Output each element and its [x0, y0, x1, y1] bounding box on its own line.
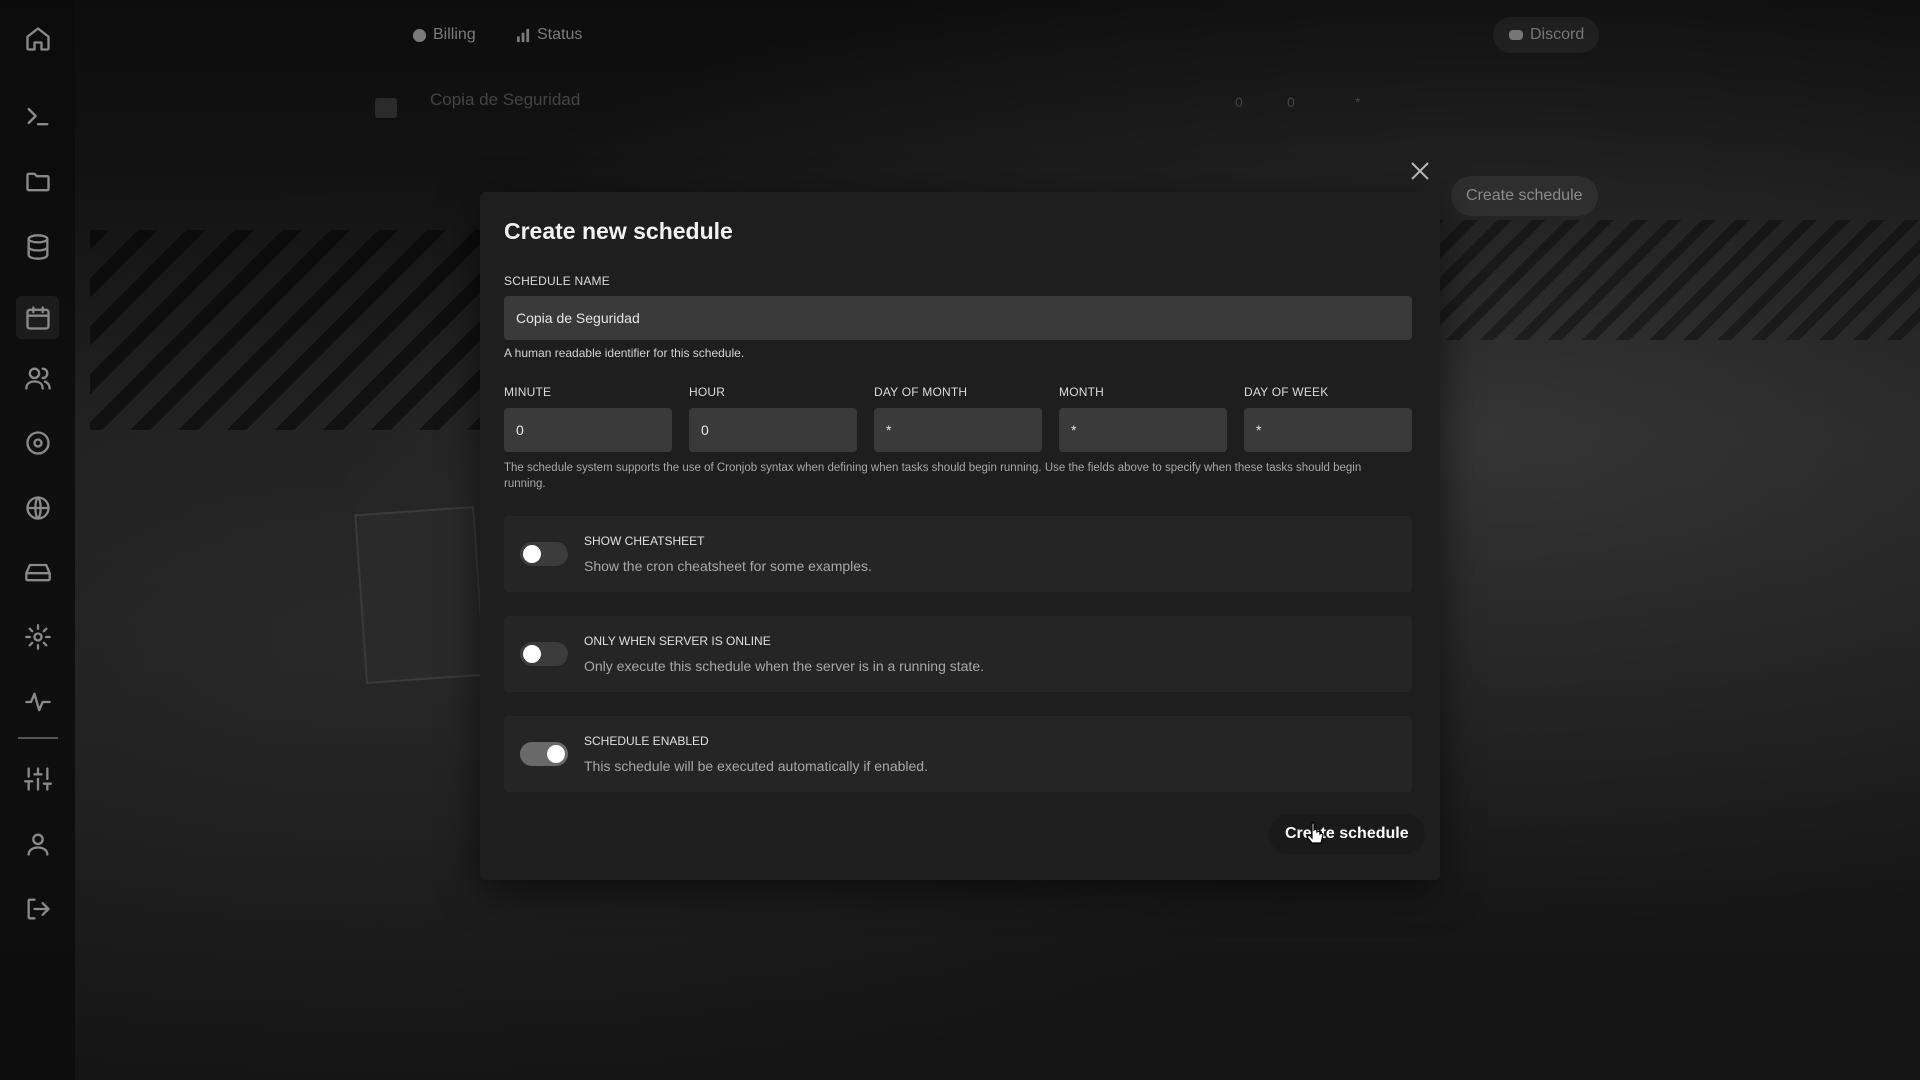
folder-icon[interactable] — [22, 166, 53, 197]
logout-icon[interactable] — [22, 893, 53, 924]
billing-icon — [412, 28, 427, 42]
online-only-desc: Only execute this schedule when the serv… — [584, 658, 984, 674]
discord-button[interactable]: Discord — [1493, 17, 1600, 53]
create-schedule-button[interactable]: Create schedule — [1269, 814, 1425, 854]
day-of-week-input[interactable] — [1244, 408, 1412, 452]
cheatsheet-desc: Show the cron cheatsheet for some exampl… — [584, 558, 872, 574]
settings-icon[interactable] — [22, 621, 53, 652]
online-only-title: ONLY WHEN SERVER IS ONLINE — [584, 634, 771, 648]
nav-status[interactable]: Status — [516, 20, 582, 50]
row-value: * — [1355, 94, 1361, 110]
close-icon[interactable] — [1409, 160, 1431, 182]
background-graphic — [354, 506, 486, 684]
nav-billing-label: Billing — [433, 26, 476, 43]
cheatsheet-title: SHOW CHEATSHEET — [584, 534, 705, 548]
row-value: 0 — [1235, 94, 1243, 110]
schedule-enabled-option: SCHEDULE ENABLED This schedule will be e… — [504, 716, 1412, 792]
user-icon[interactable] — [22, 828, 53, 859]
minute-input[interactable] — [504, 408, 672, 452]
discord-label: Discord — [1530, 26, 1585, 43]
sidebar — [0, 0, 75, 1080]
cheatsheet-toggle[interactable] — [520, 542, 568, 566]
database-icon[interactable] — [22, 231, 53, 262]
discord-icon — [1509, 30, 1523, 40]
activity-icon[interactable] — [22, 686, 53, 717]
online-only-toggle[interactable] — [520, 642, 568, 666]
hard-drive-icon[interactable] — [22, 556, 53, 587]
sliders-icon[interactable] — [22, 763, 53, 794]
schedule-enabled-desc: This schedule will be executed automatic… — [584, 758, 928, 774]
nav-status-label: Status — [537, 26, 583, 43]
create-schedule-modal: Create new schedule SCHEDULE NAME A huma… — [480, 192, 1440, 880]
toggle-knob — [523, 645, 541, 663]
online-only-option: ONLY WHEN SERVER IS ONLINE Only execute … — [504, 616, 1412, 692]
hour-input[interactable] — [689, 408, 857, 452]
schedule-enabled-toggle[interactable] — [520, 742, 568, 766]
minute-label: MINUTE — [504, 385, 552, 399]
status-icon — [516, 28, 530, 42]
sidebar-divider — [18, 737, 58, 739]
calendar-icon[interactable] — [16, 296, 59, 339]
day-of-week-label: DAY OF WEEK — [1244, 385, 1329, 399]
background-create-schedule-button: Create schedule — [1451, 176, 1598, 216]
schedule-name-input[interactable] — [504, 296, 1412, 340]
schedule-name-label: SCHEDULE NAME — [504, 274, 610, 288]
day-of-month-label: DAY OF MONTH — [874, 385, 968, 399]
toggle-knob — [523, 545, 541, 563]
toggle-knob — [547, 745, 565, 763]
users-icon[interactable] — [22, 362, 53, 393]
background-graphic — [90, 230, 510, 430]
background-schedule-row: Copia de Seguridad 0 0 * — [375, 88, 1395, 128]
cron-help-text: The schedule system supports the use of … — [504, 462, 1362, 490]
terminal-icon[interactable] — [22, 100, 53, 131]
hour-label: HOUR — [689, 385, 726, 399]
day-of-month-input[interactable] — [874, 408, 1042, 452]
calendar-icon — [375, 98, 397, 118]
schedule-enabled-title: SCHEDULE ENABLED — [584, 734, 709, 748]
schedule-name-help: A human readable identifier for this sch… — [504, 346, 745, 360]
month-label: MONTH — [1059, 385, 1104, 399]
background-graphic — [1430, 220, 1920, 340]
cheatsheet-option: SHOW CHEATSHEET Show the cron cheatsheet… — [504, 516, 1412, 592]
mouse-cursor-icon — [1306, 822, 1324, 844]
disc-icon[interactable] — [22, 427, 53, 458]
modal-title: Create new schedule — [504, 218, 733, 244]
schedule-row-name: Copia de Seguridad — [430, 90, 581, 109]
month-input[interactable] — [1059, 408, 1227, 452]
nav-billing[interactable]: Billing — [412, 20, 476, 50]
globe-icon[interactable] — [22, 492, 53, 523]
row-value: 0 — [1287, 94, 1295, 110]
home-icon[interactable] — [22, 23, 53, 54]
